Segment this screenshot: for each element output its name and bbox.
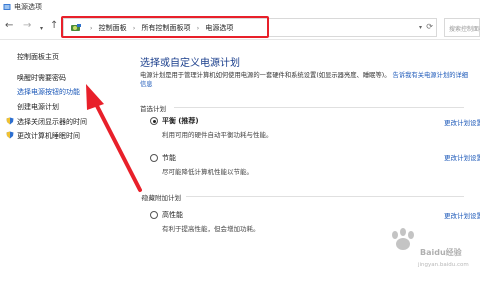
- section-divider: [186, 196, 464, 197]
- search-input[interactable]: 搜索控制面板: [444, 18, 480, 37]
- plan-high-performance-description: 有利于提高性能，但会增加功耗。: [162, 225, 260, 233]
- page-description: 电源计划是用于管理计算机如何使用电源的一套硬件和系统设置(如显示器亮度、睡眠等)…: [140, 71, 470, 89]
- section-preferred-plans: 首选计划: [140, 105, 166, 113]
- shield-icon: [6, 117, 14, 125]
- plan-balanced-name: 平衡 (推荐): [162, 117, 199, 125]
- search-placeholder: 搜索控制面板: [449, 26, 480, 33]
- plan-high-performance-settings-link[interactable]: 更改计划设置: [444, 210, 480, 220]
- plan-balanced-description: 利用可用的硬件自动平衡功耗与性能。: [162, 131, 273, 139]
- sidebar: 控制面板主页 唤醒时需要密码 选择电源按钮的功能 创建电源计划 选择关闭显示器的…: [0, 40, 132, 281]
- sidebar-item-display-off[interactable]: 选择关闭显示器的时间: [17, 117, 87, 127]
- baidu-watermark-logo: [392, 228, 414, 250]
- recent-locations-chevron-icon[interactable]: ▾: [40, 24, 43, 34]
- description-text: 电源计划是用于管理计算机如何使用电源的一套硬件和系统设置(如显示器亮度、睡眠等)…: [140, 72, 391, 79]
- plan-power-saver-radio[interactable]: [150, 154, 158, 162]
- plan-balanced-settings-link[interactable]: 更改计划设置: [444, 117, 480, 127]
- sidebar-item-wake-password[interactable]: 唤醒时需要密码: [17, 73, 66, 83]
- up-arrow-icon[interactable]: ↑: [50, 21, 58, 31]
- section-divider: [174, 107, 464, 108]
- back-arrow-icon[interactable]: ←: [5, 21, 13, 31]
- sidebar-item-sleep-time[interactable]: 更改计算机睡眠时间: [17, 131, 80, 141]
- power-options-icon: [3, 4, 11, 10]
- plan-power-saver-settings-link[interactable]: 更改计划设置: [444, 152, 480, 162]
- sidebar-item-power-button[interactable]: 选择电源按钮的功能: [17, 87, 80, 97]
- sidebar-item-create-plan[interactable]: 创建电源计划: [17, 102, 59, 112]
- page-title: 选择或自定义电源计划: [140, 58, 240, 69]
- title-bar: 电源选项: [0, 0, 480, 14]
- plan-power-saver-description: 尽可能降低计算机性能以节能。: [162, 168, 253, 176]
- annotation-highlight-box: [61, 16, 269, 38]
- plan-balanced-radio[interactable]: [150, 117, 158, 125]
- watermark-brand: Baidu经验: [420, 248, 462, 257]
- forward-arrow-icon[interactable]: →: [23, 21, 31, 31]
- plan-high-performance-radio[interactable]: [150, 211, 158, 219]
- plan-high-performance-name: 高性能: [162, 211, 183, 219]
- address-dropdown-icon[interactable]: ▾: [419, 24, 422, 31]
- section-hidden-plans[interactable]: 隐藏附加计划: [142, 192, 181, 202]
- sidebar-home-link[interactable]: 控制面板主页: [17, 52, 59, 62]
- plan-power-saver-name: 节能: [162, 154, 176, 162]
- watermark-url: jingyan.baidu.com: [418, 262, 469, 268]
- shield-icon: [6, 131, 14, 139]
- window-title: 电源选项: [14, 3, 42, 11]
- navigation-bar: ← → ▾ ↑ › 控制面板 › 所有控制面板项 › 电源选项 ▾ ⟳ 搜索控制…: [0, 14, 480, 40]
- refresh-icon[interactable]: ⟳: [426, 22, 433, 31]
